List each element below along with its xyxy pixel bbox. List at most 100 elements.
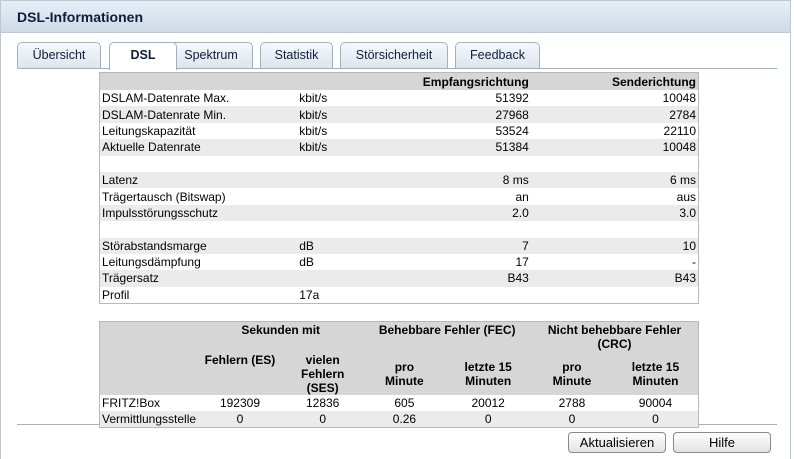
row-label — [100, 156, 298, 172]
tab-statistik[interactable]: Statistik — [260, 42, 333, 68]
table-row: Aktuelle Datenrate kbit/s 51384 10048 — [99, 139, 699, 156]
row-fec-per-minute: 0.26 — [363, 411, 446, 428]
table-row: Vermittlungsstelle 0 0 0.26 0 0 0 — [99, 411, 699, 428]
row-es: 0 — [198, 411, 282, 428]
row-downstream: B43 — [396, 270, 531, 287]
row-downstream: 2.0 — [396, 204, 531, 222]
tab-bar: Übersicht DSL Spektrum Statistik Störsic… — [17, 42, 777, 70]
row-label: Impulsstörungsschutz — [99, 204, 298, 222]
row-upstream — [531, 156, 699, 172]
dsl-info-panel: DSL-Informationen Übersicht DSL Spektrum… — [0, 0, 791, 459]
error-sub-header-row: Fehlern (ES) vielen Fehlern (SES) pro Mi… — [99, 353, 699, 395]
row-downstream: 51384 — [396, 139, 531, 156]
table-row: Profil 17a — [100, 287, 699, 304]
page-title: DSL-Informationen — [17, 9, 143, 25]
row-upstream: 22110 — [663, 123, 696, 138]
row-crc-last-15: 0 — [612, 411, 699, 428]
row-unit: dB — [299, 255, 314, 270]
table-header-row: Empfangsrichtung Senderichtung — [99, 72, 699, 90]
row-label: Leitungskapazität — [102, 123, 196, 138]
row-unit: kbit/s — [297, 139, 397, 156]
header-fec: Behebbare Fehler (FEC) — [363, 321, 531, 353]
row-unit: kbit/s — [299, 91, 328, 106]
row-label: DSLAM-Datenrate Min. — [99, 106, 298, 123]
row-label: Profil — [102, 287, 130, 302]
row-fec-last-15: 20012 — [471, 396, 505, 410]
row-upstream: 2784 — [530, 106, 699, 123]
title-bar: DSL-Informationen — [1, 1, 790, 33]
row-crc-last-15: 90004 — [638, 396, 673, 410]
row-downstream: 7 — [396, 237, 531, 254]
row-downstream: 53524 — [495, 123, 529, 138]
row-crc-per-minute: 0 — [531, 411, 613, 428]
header-upstream: Senderichtung — [530, 72, 699, 90]
tab-uebersicht[interactable]: Übersicht — [17, 42, 101, 68]
row-downstream — [397, 221, 531, 237]
tab-spektrum[interactable]: Spektrum — [169, 42, 253, 68]
row-label: Latenz — [99, 171, 298, 189]
table-row: Latenz 8 ms 6 ms — [99, 171, 699, 189]
row-fec-last-15: 0 — [445, 411, 531, 428]
header-es: Fehlern (ES) — [198, 353, 282, 395]
row-label: Vermittlungsstelle — [99, 411, 199, 428]
row-unit: 17a — [299, 287, 320, 302]
row-label — [100, 221, 298, 237]
tab-feedback[interactable]: Feedback — [455, 42, 540, 68]
row-upstream: 3.0 — [530, 204, 699, 222]
header-downstream: Empfangsrichtung — [396, 72, 531, 90]
row-upstream: aus — [676, 189, 696, 204]
row-fec-per-minute: 605 — [394, 396, 415, 410]
row-unit — [297, 204, 397, 222]
table-row: DSLAM-Datenrate Min. kbit/s 27968 2784 — [99, 106, 699, 123]
row-unit — [297, 221, 397, 237]
row-label: Aktuelle Datenrate — [99, 139, 298, 156]
row-label: Trägersatz — [99, 270, 298, 287]
error-stats-table: Sekunden mit Behebbare Fehler (FEC) Nich… — [99, 321, 699, 428]
table-row: Leitungskapazität kbit/s 53524 22110 — [100, 123, 699, 139]
tab-dsl[interactable]: DSL — [109, 42, 177, 70]
table-row-spacer — [100, 156, 699, 172]
header-ses: vielen Fehlern (SES) — [281, 353, 364, 395]
row-ses: 0 — [281, 411, 364, 428]
row-upstream: 10048 — [530, 139, 699, 156]
row-upstream: 10048 — [662, 91, 696, 106]
row-upstream — [531, 287, 699, 304]
refresh-button[interactable]: Aktualisieren — [568, 432, 666, 453]
table-row-spacer — [100, 221, 699, 237]
row-label: DSLAM-Datenrate Max. — [102, 91, 230, 106]
table-row: Trägertausch (Bitswap) an aus — [100, 188, 699, 204]
table-row: Leitungsdämpfung dB 17 - — [100, 254, 699, 270]
row-unit — [297, 188, 397, 204]
row-upstream: 10 — [530, 237, 699, 254]
row-downstream: 17 — [515, 255, 529, 270]
header-fec-last-15: letzte 15 Minuten — [445, 353, 531, 395]
header-crc: Nicht behebbare Fehler (CRC) — [531, 321, 699, 353]
row-upstream: 6 ms — [530, 171, 699, 189]
row-es: 192309 — [219, 396, 260, 410]
row-label: Leitungsdämpfung — [102, 255, 201, 270]
row-downstream — [397, 156, 531, 172]
table-row: Impulsstörungsschutz 2.0 3.0 — [99, 204, 699, 222]
table-row: DSLAM-Datenrate Max. kbit/s 51392 10048 — [100, 90, 699, 106]
header-crc-last-15: letzte 15 Minuten — [612, 353, 699, 395]
row-crc-per-minute: 2788 — [558, 396, 586, 410]
row-unit — [297, 171, 397, 189]
table-row: Trägersatz B43 B43 — [99, 270, 699, 287]
row-ses: 12836 — [305, 396, 340, 410]
row-unit — [297, 270, 397, 287]
dsl-info-table: Empfangsrichtung Senderichtung DSLAM-Dat… — [99, 72, 699, 305]
row-unit: dB — [297, 237, 397, 254]
table-row: FRITZ!Box 192309 12836 605 20012 2788 90… — [100, 395, 699, 411]
tab-stoersicherheit[interactable]: Störsicherheit — [340, 42, 448, 68]
row-unit: kbit/s — [299, 123, 328, 138]
table-row: Störabstandsmarge dB 7 10 — [99, 237, 699, 254]
error-group-header-row: Sekunden mit Behebbare Fehler (FEC) Nich… — [99, 321, 699, 353]
row-unit: kbit/s — [297, 106, 397, 123]
row-label: FRITZ!Box — [102, 396, 161, 410]
header-crc-per-minute: pro Minute — [531, 353, 613, 395]
row-upstream — [531, 221, 699, 237]
help-button[interactable]: Hilfe — [673, 432, 771, 453]
header-fec-per-minute: pro Minute — [363, 353, 446, 395]
row-downstream — [397, 287, 531, 304]
row-label: Trägertausch (Bitswap) — [102, 189, 226, 204]
